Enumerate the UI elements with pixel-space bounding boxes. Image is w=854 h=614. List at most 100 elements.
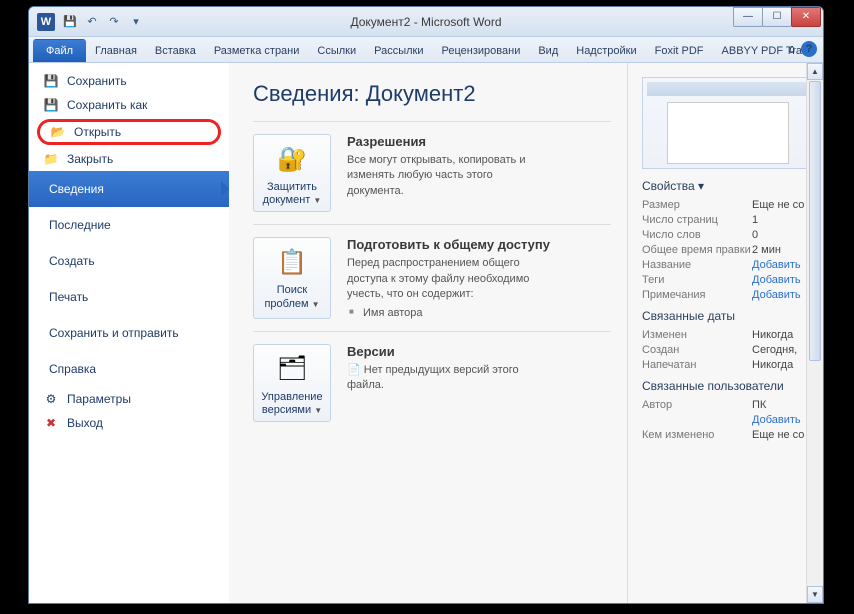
prop-modified-value: Никогда <box>752 329 793 341</box>
tab-layout[interactable]: Разметка страни <box>205 39 309 62</box>
info-heading: Сведения: Документ2 <box>253 81 611 107</box>
sidebar-recent[interactable]: Последние <box>29 207 229 243</box>
prop-size-value: Еще не со <box>752 199 804 211</box>
qat-dropdown-icon[interactable]: ▾ <box>127 13 145 31</box>
sidebar-close[interactable]: 📁Закрыть <box>29 147 229 171</box>
versions-title: Версии <box>347 344 547 359</box>
related-dates-heading: Связанные даты <box>642 309 813 323</box>
protect-document-button[interactable]: 🔐 Защитить документ ▼ <box>253 134 331 212</box>
lock-icon: 🔐 <box>274 141 310 177</box>
prop-author-value: ПК <box>752 399 766 411</box>
sidebar-options[interactable]: ⚙Параметры <box>29 387 229 411</box>
tab-addins[interactable]: Надстройки <box>567 39 645 62</box>
permissions-text: Все могут открывать, копировать и изменя… <box>347 153 547 199</box>
permissions-title: Разрешения <box>347 134 547 149</box>
tab-references[interactable]: Ссылки <box>308 39 365 62</box>
related-people-heading: Связанные пользователи <box>642 379 813 393</box>
scroll-thumb[interactable] <box>809 81 821 361</box>
tab-insert[interactable]: Вставка <box>146 39 205 62</box>
minimize-button[interactable]: — <box>733 7 763 27</box>
app-icon: W <box>37 13 55 31</box>
prop-printed-label: Напечатан <box>642 359 752 371</box>
prop-pages-value: 1 <box>752 214 758 226</box>
check-issues-button[interactable]: 📋 Поиск проблем ▼ <box>253 237 331 318</box>
add-author-link[interactable]: Добавить <box>752 414 801 426</box>
tab-foxit[interactable]: Foxit PDF <box>646 39 713 62</box>
exit-icon: ✖ <box>43 415 59 431</box>
sidebar: 💾Сохранить 💾Сохранить как 📂Открыть 📁Закр… <box>29 63 229 603</box>
prepare-share-title: Подготовить к общему доступу <box>347 237 550 252</box>
dropdown-arrow-icon: ▼ <box>313 196 321 205</box>
folder-close-icon: 📁 <box>43 151 59 167</box>
sidebar-open[interactable]: 📂Открыть <box>50 124 121 140</box>
tab-mailings[interactable]: Рассылки <box>365 39 432 62</box>
properties-panel: Свойства ▾ РазмерЕще не со Число страниц… <box>627 63 823 603</box>
prop-comments-value[interactable]: Добавить <box>752 289 801 301</box>
prop-lastmod-label: Кем изменено <box>642 429 752 441</box>
sidebar-save[interactable]: 💾Сохранить <box>29 69 229 93</box>
info-panel: Сведения: Документ2 🔐 Защитить документ … <box>229 63 823 603</box>
maximize-button[interactable]: ☐ <box>762 7 792 27</box>
prop-time-value: 2 мин <box>752 244 781 256</box>
document-thumbnail[interactable] <box>642 77 812 169</box>
tab-view[interactable]: Вид <box>529 39 567 62</box>
titlebar: W 💾 ↶ ↷ ▾ Документ2 - Microsoft Word — ☐… <box>29 7 823 37</box>
prop-author-label: Автор <box>642 399 752 411</box>
ribbon-tabs: Файл Главная Вставка Разметка страни Ссы… <box>29 37 823 63</box>
sidebar-send[interactable]: Сохранить и отправить <box>29 315 229 351</box>
checklist-icon: 📋 <box>274 244 310 280</box>
prepare-bullet: Имя автора <box>347 307 550 319</box>
divider <box>253 224 611 225</box>
tab-home[interactable]: Главная <box>86 39 146 62</box>
help-icon[interactable]: ? <box>801 41 817 57</box>
prop-tags-value[interactable]: Добавить <box>752 274 801 286</box>
undo-icon[interactable]: ↶ <box>83 13 101 31</box>
highlight-open: 📂Открыть <box>37 119 221 145</box>
prop-words-value: 0 <box>752 229 758 241</box>
dropdown-arrow-icon: ▼ <box>312 300 320 309</box>
prop-lastmod-value: Еще не со <box>752 429 804 441</box>
prop-words-label: Число слов <box>642 229 752 241</box>
sidebar-new[interactable]: Создать <box>29 243 229 279</box>
save-as-icon: 💾 <box>43 97 59 113</box>
prop-title-value[interactable]: Добавить <box>752 259 801 271</box>
properties-dropdown[interactable]: Свойства ▾ <box>642 179 813 193</box>
redo-icon[interactable]: ↷ <box>105 13 123 31</box>
prepare-share-text: Перед распространением общего доступа к … <box>347 256 547 302</box>
sidebar-save-as[interactable]: 💾Сохранить как <box>29 93 229 117</box>
sidebar-print[interactable]: Печать <box>29 279 229 315</box>
vertical-scrollbar[interactable]: ▲ ▼ <box>806 63 823 603</box>
versions-icon: 🗂 <box>274 351 310 387</box>
sidebar-exit[interactable]: ✖Выход <box>29 411 229 435</box>
dropdown-arrow-icon: ▼ <box>314 406 322 415</box>
prop-title-label: Название <box>642 259 752 271</box>
tab-review[interactable]: Рецензировани <box>433 39 530 62</box>
backstage: 💾Сохранить 💾Сохранить как 📂Открыть 📁Закр… <box>29 63 823 603</box>
prop-created-label: Создан <box>642 344 752 356</box>
scroll-down-button[interactable]: ▼ <box>807 586 823 603</box>
sidebar-info[interactable]: Сведения <box>29 171 229 207</box>
sidebar-help[interactable]: Справка <box>29 351 229 387</box>
divider <box>253 331 611 332</box>
ribbon-minimize-icon[interactable]: ۵ <box>789 43 795 56</box>
versions-text: 📄 Нет предыдущих версий этого файла. <box>347 363 547 394</box>
save-icon: 💾 <box>43 73 59 89</box>
prop-pages-label: Число страниц <box>642 214 752 226</box>
manage-versions-button[interactable]: 🗂 Управление версиями ▼ <box>253 344 331 422</box>
scroll-up-button[interactable]: ▲ <box>807 63 823 80</box>
tab-file[interactable]: Файл <box>33 39 86 62</box>
prop-modified-label: Изменен <box>642 329 752 341</box>
save-icon[interactable]: 💾 <box>61 13 79 31</box>
prop-size-label: Размер <box>642 199 752 211</box>
quick-access-toolbar: 💾 ↶ ↷ ▾ <box>61 13 145 31</box>
prop-created-value: Сегодня, <box>752 344 797 356</box>
doc-icon: 📄 <box>347 364 361 376</box>
prop-time-label: Общее время правки <box>642 244 752 256</box>
divider <box>253 121 611 122</box>
window-controls: — ☐ ✕ <box>734 7 821 27</box>
folder-open-icon: 📂 <box>50 124 66 140</box>
prop-comments-label: Примечания <box>642 289 752 301</box>
close-button[interactable]: ✕ <box>791 7 821 27</box>
window-title: Документ2 - Microsoft Word <box>350 15 501 29</box>
options-icon: ⚙ <box>43 391 59 407</box>
